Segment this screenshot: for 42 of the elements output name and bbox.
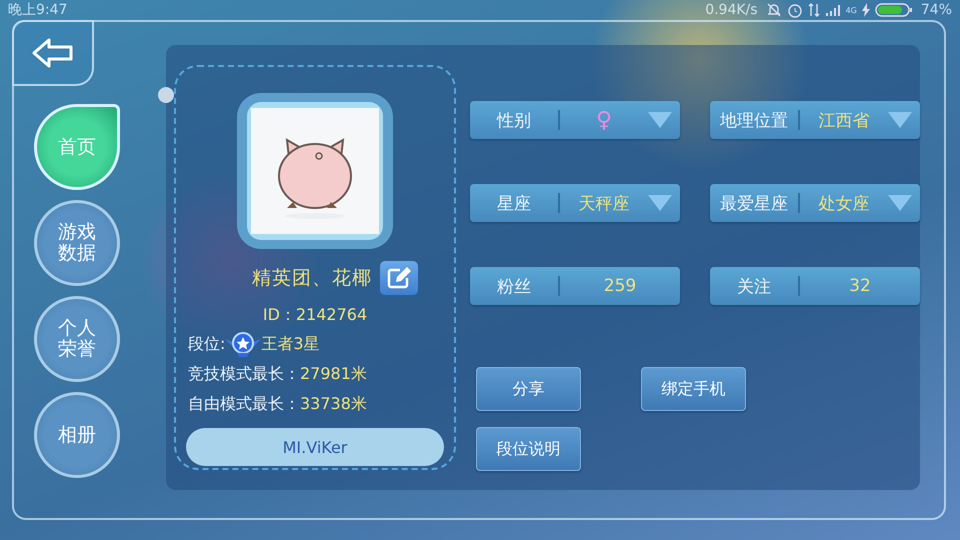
charging-icon — [862, 3, 870, 17]
nav-tab[interactable]: 相册 — [34, 392, 120, 478]
network-speed: 0.94K/s — [705, 2, 758, 18]
action-button[interactable]: 分享 — [476, 367, 581, 411]
rank-value: 王者3星 — [261, 334, 320, 354]
info-field[interactable]: 关注 32 — [710, 267, 920, 305]
status-time: 晚上9:47 — [8, 1, 68, 19]
dropdown-field[interactable]: 最爱星座 处女座 — [710, 184, 920, 222]
back-button[interactable] — [12, 20, 94, 86]
caret-icon — [648, 195, 672, 211]
network-type: 4G — [846, 6, 857, 14]
action-button[interactable]: 段位说明 — [476, 427, 581, 471]
dropdown-field[interactable]: 性别 ♀ — [470, 101, 680, 139]
caret-icon — [888, 112, 912, 128]
action-button[interactable]: 绑定手机 — [641, 367, 746, 411]
signal-icon — [824, 3, 841, 17]
stat-label: 竞技模式最长： — [188, 364, 300, 384]
alarm-icon — [786, 2, 803, 18]
connector-dot — [158, 87, 174, 103]
battery-percent: 74% — [920, 2, 952, 18]
data-arrows-icon — [808, 2, 820, 18]
info-field[interactable]: 粉丝 259 — [470, 267, 680, 305]
stat-value: 27981米 — [300, 364, 367, 384]
caret-icon — [648, 112, 672, 128]
edit-icon — [386, 266, 412, 290]
dropdown-field[interactable]: 星座 天秤座 — [470, 184, 680, 222]
player-id: ID：2142764 — [262, 305, 368, 326]
rank-badge-icon — [225, 331, 262, 357]
nav-tab[interactable]: 首页 — [34, 104, 120, 190]
battery-icon — [874, 2, 913, 18]
rank-label: 段位: — [188, 334, 226, 354]
edit-button[interactable] — [380, 261, 418, 295]
stat-label: 自由模式最长： — [188, 394, 300, 414]
caret-icon — [888, 195, 912, 211]
bell-off-icon — [766, 2, 782, 18]
nav-tab[interactable]: 个人荣誉 — [34, 296, 120, 382]
nickname: 精英团、花椰 — [252, 266, 372, 291]
nav-tab[interactable]: 游戏数据 — [34, 200, 120, 286]
username-bar: MI.ViKer — [186, 428, 444, 466]
stat-value: 33738米 — [300, 394, 367, 414]
back-arrow-icon — [31, 37, 75, 69]
dropdown-field[interactable]: 地理位置 江西省 — [710, 101, 920, 139]
